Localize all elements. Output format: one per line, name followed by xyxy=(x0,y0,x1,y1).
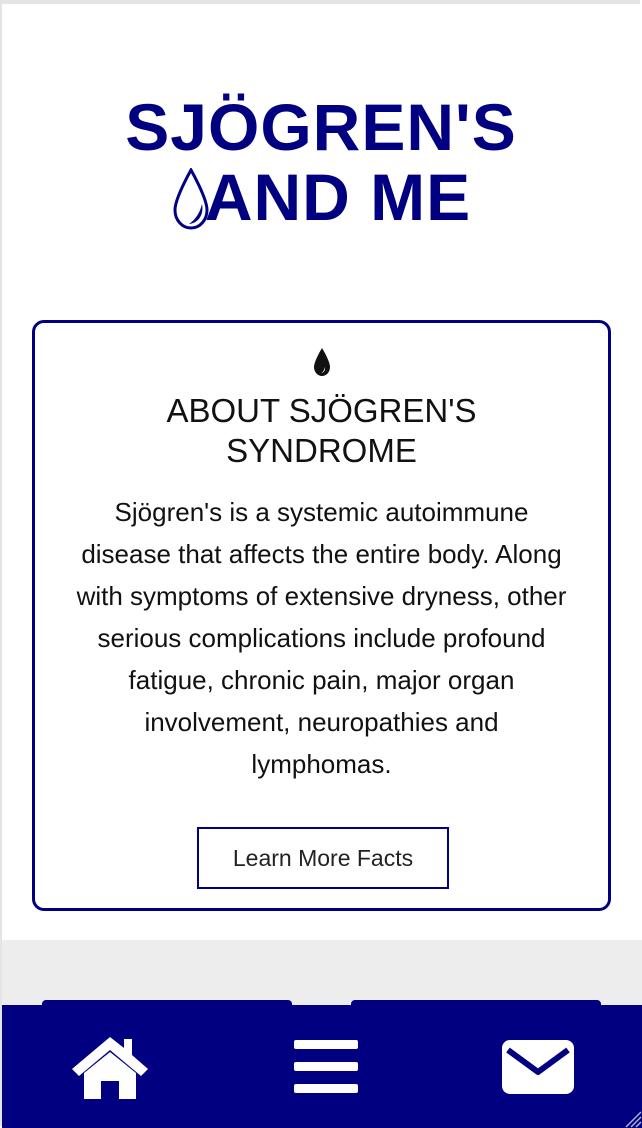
resize-grip-icon[interactable] xyxy=(620,1106,642,1128)
logo-line-2-text: AND ME xyxy=(204,160,472,234)
about-card-body: Sjögren's is a systemic autoimmune disea… xyxy=(76,497,567,779)
logo-line-1: SJÖGREN'S xyxy=(125,90,517,164)
about-card-title-line-1: ABOUT SJÖGREN'S xyxy=(166,392,477,429)
about-card-title: ABOUT SJÖGREN'S SYNDROME xyxy=(35,391,608,471)
contact-button[interactable] xyxy=(500,1038,576,1096)
menu-icon xyxy=(294,1039,358,1093)
droplet-icon xyxy=(313,348,330,376)
learn-more-facts-button[interactable]: Learn More Facts xyxy=(197,827,449,889)
logo-line-2: AND ME xyxy=(171,162,471,232)
about-card-title-line-2: SYNDROME xyxy=(226,432,417,469)
about-card: ABOUT SJÖGREN'S SYNDROME Sjögren's is a … xyxy=(32,320,611,911)
home-button[interactable] xyxy=(68,1033,152,1101)
mail-icon xyxy=(502,1039,574,1094)
menu-button[interactable] xyxy=(293,1038,359,1096)
bottom-nav-bar xyxy=(2,1005,642,1128)
site-logo[interactable]: SJÖGREN'S AND ME xyxy=(0,92,642,242)
home-icon xyxy=(72,1036,148,1099)
